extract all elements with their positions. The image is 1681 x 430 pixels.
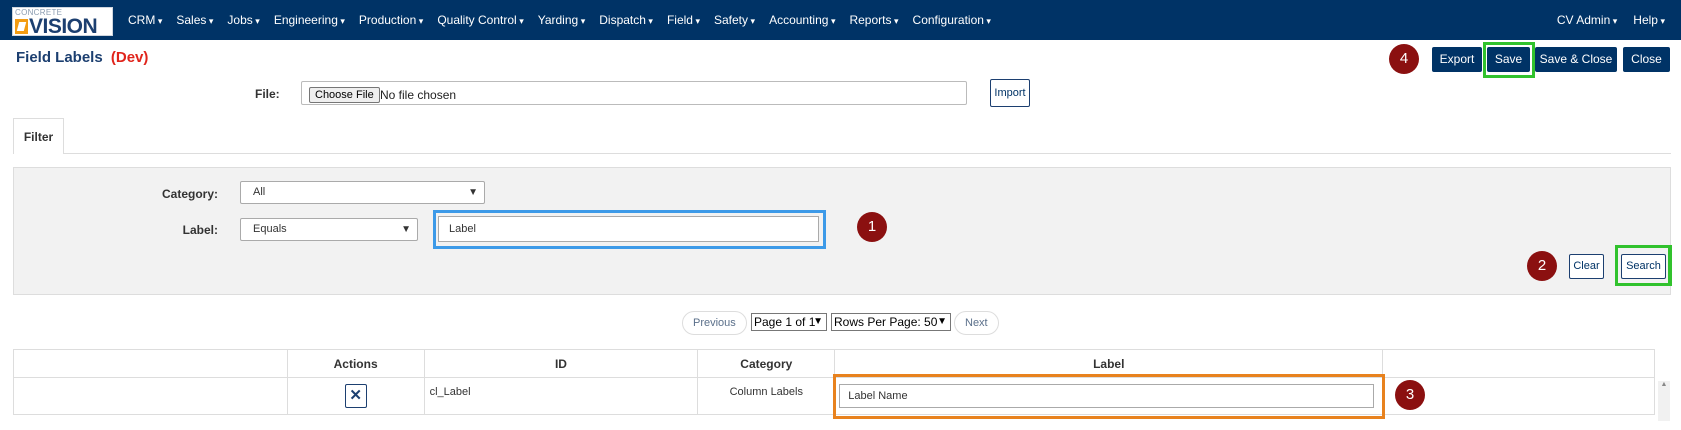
save-highlight — [1483, 42, 1535, 78]
page-select[interactable]: Page 1 of 1 ▼ — [751, 313, 827, 331]
tab-filter[interactable]: Filter — [13, 118, 64, 154]
menu-sales[interactable]: Sales — [176, 13, 213, 27]
main-menu: CRM Sales Jobs Engineering Production Qu… — [128, 0, 1005, 40]
menu-engineering[interactable]: Engineering — [274, 13, 345, 27]
label-cell-highlight — [833, 374, 1385, 419]
next-page-button[interactable]: Next — [954, 311, 999, 335]
save-close-button[interactable]: Save & Close — [1535, 47, 1617, 72]
import-button[interactable]: Import — [990, 79, 1030, 107]
annotation-badge-4: 4 — [1389, 44, 1419, 74]
file-label: File: — [255, 87, 280, 101]
page-title: Field Labels (Dev) — [16, 49, 148, 66]
menu-accounting[interactable]: Accounting — [769, 13, 835, 27]
column-header-category[interactable]: Category — [697, 349, 836, 378]
menu-safety[interactable]: Safety — [714, 13, 755, 27]
row-actions-cell: ✕ — [286, 377, 425, 415]
label-input-highlight — [433, 210, 826, 249]
choose-file-button[interactable]: Choose File — [309, 87, 380, 103]
tab-divider — [64, 153, 1671, 154]
scrollbar[interactable]: ▲ — [1658, 381, 1670, 421]
column-header-select — [13, 349, 288, 378]
menu-production[interactable]: Production — [359, 13, 423, 27]
chevron-down-icon: ▼ — [813, 316, 823, 327]
app-logo[interactable]: CONCRETE VISION — [12, 7, 113, 38]
page-title-text: Field Labels — [16, 49, 103, 66]
top-navbar: CONCRETE VISION CRM Sales Jobs Engineeri… — [0, 0, 1681, 40]
menu-field[interactable]: Field — [667, 13, 700, 27]
delete-row-button[interactable]: ✕ — [344, 384, 367, 408]
operator-select[interactable]: Equals ▼ — [240, 218, 418, 241]
search-highlight — [1615, 245, 1672, 286]
menu-quality-control[interactable]: Quality Control — [437, 13, 523, 27]
chevron-down-icon: ▼ — [468, 187, 478, 198]
row-select-cell — [13, 377, 288, 415]
menu-jobs[interactable]: Jobs — [227, 13, 259, 27]
column-header-actions[interactable]: Actions — [286, 349, 425, 378]
menu-help[interactable]: Help — [1633, 13, 1665, 27]
category-label: Category: — [161, 187, 218, 201]
scroll-up-arrow-icon[interactable]: ▲ — [1661, 381, 1668, 388]
annotation-badge-2: 2 — [1527, 251, 1557, 281]
annotation-badge-3: 3 — [1395, 380, 1425, 410]
menu-configuration[interactable]: Configuration — [913, 13, 991, 27]
user-menu: CV Admin Help — [1541, 0, 1665, 40]
previous-page-button[interactable]: Previous — [682, 311, 747, 335]
row-category-cell: Column Labels — [697, 377, 836, 415]
row-id-cell: cl_Label — [423, 377, 699, 415]
label-filter-label: Label: — [182, 223, 218, 237]
menu-reports[interactable]: Reports — [849, 13, 898, 27]
menu-dispatch[interactable]: Dispatch — [599, 13, 653, 27]
category-select[interactable]: All ▼ — [240, 181, 485, 204]
rows-per-page-value: Rows Per Page: 50 — [834, 315, 938, 329]
logo-mark-icon — [15, 19, 28, 34]
file-status-text: No file chosen — [380, 88, 457, 102]
rows-per-page-select[interactable]: Rows Per Page: 50 ▼ — [831, 313, 951, 331]
menu-user-account[interactable]: CV Admin — [1557, 13, 1617, 27]
operator-select-value: Equals — [253, 223, 287, 235]
logo-big-text: VISION — [29, 15, 98, 38]
close-button[interactable]: Close — [1623, 47, 1670, 72]
environment-badge: (Dev) — [110, 49, 149, 66]
category-select-value: All — [253, 186, 266, 198]
column-header-id[interactable]: ID — [423, 349, 699, 378]
chevron-down-icon: ▼ — [401, 224, 411, 235]
menu-crm[interactable]: CRM — [128, 13, 162, 27]
column-header-extra — [1382, 349, 1655, 378]
clear-button[interactable]: Clear — [1569, 254, 1604, 279]
annotation-badge-1: 1 — [857, 212, 887, 242]
page-select-value: Page 1 of 1 — [754, 315, 816, 329]
export-button[interactable]: Export — [1432, 47, 1482, 72]
menu-yarding[interactable]: Yarding — [538, 13, 586, 27]
chevron-down-icon: ▼ — [937, 316, 947, 327]
